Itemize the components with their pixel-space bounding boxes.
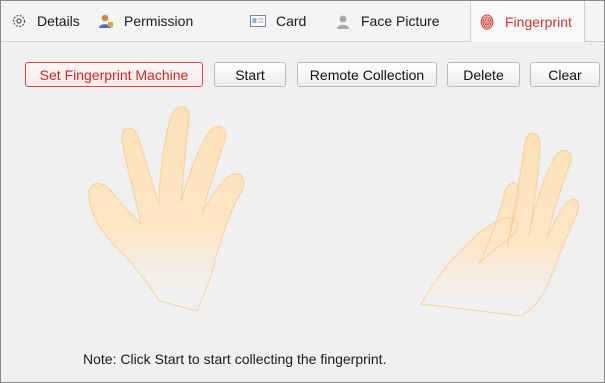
- tab-face-picture[interactable]: Face Picture: [335, 1, 440, 41]
- tab-bar: Details Permission Card Face Picture Fin…: [1, 1, 604, 42]
- user-permission-icon: [98, 13, 114, 29]
- tab-fingerprint[interactable]: Fingerprint: [470, 1, 585, 42]
- tab-permission-label: Permission: [124, 13, 194, 29]
- right-hand-icon: [420, 132, 579, 317]
- delete-button[interactable]: Delete: [447, 62, 520, 87]
- hands-illustration: [88, 105, 579, 317]
- fingerprint-panel: Details Permission Card Face Picture Fin…: [0, 0, 605, 383]
- face-picture-icon: [335, 13, 351, 29]
- fingerprint-icon: [479, 13, 495, 30]
- tab-permission[interactable]: Permission: [98, 1, 193, 41]
- clear-button[interactable]: Clear: [530, 62, 600, 87]
- set-fingerprint-machine-button[interactable]: Set Fingerprint Machine: [25, 62, 203, 87]
- tab-fingerprint-label: Fingerprint: [505, 13, 572, 30]
- left-hand-icon: [88, 105, 245, 312]
- card-icon: [250, 13, 266, 29]
- tab-card[interactable]: Card: [250, 1, 306, 41]
- tab-details-label: Details: [37, 13, 80, 29]
- remote-collection-button[interactable]: Remote Collection: [297, 62, 437, 87]
- instruction-note: Note: Click Start to start collecting th…: [83, 351, 387, 367]
- tab-card-label: Card: [276, 13, 307, 29]
- tab-face-picture-label: Face Picture: [361, 13, 440, 29]
- tab-details[interactable]: Details: [11, 1, 80, 41]
- start-button[interactable]: Start: [214, 62, 286, 87]
- gear-icon: [11, 13, 27, 29]
